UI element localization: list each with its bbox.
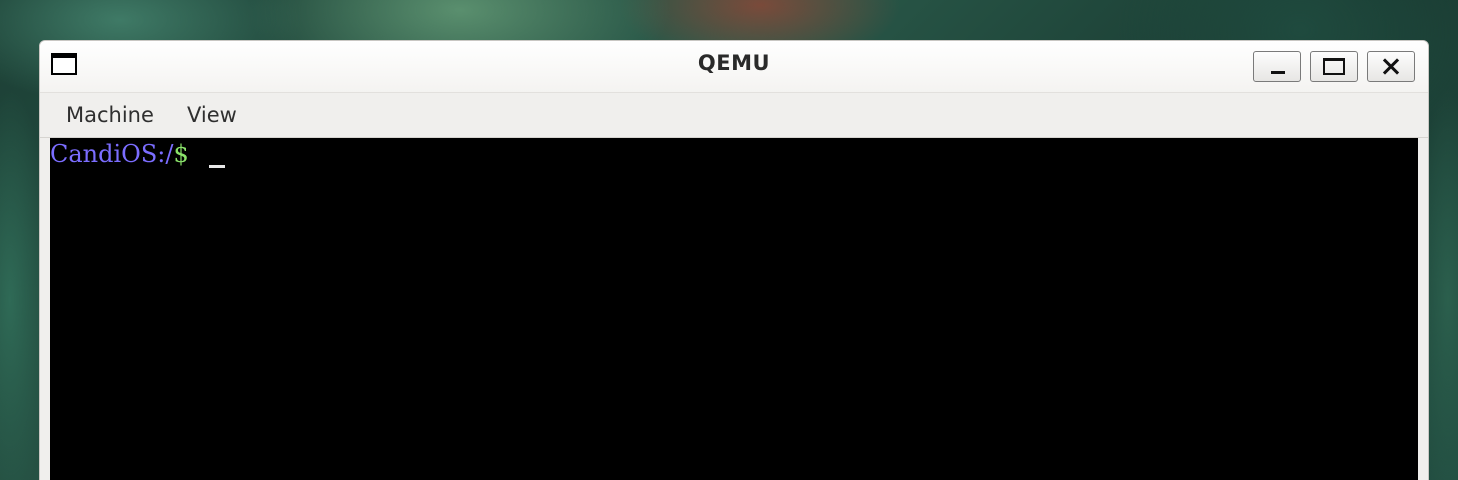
qemu-window: QEMU Machine View CandiOS:/$ <box>39 40 1429 480</box>
minimize-icon <box>1271 71 1285 74</box>
maximize-button[interactable] <box>1310 51 1358 82</box>
prompt-host: CandiOS:/ <box>50 140 174 168</box>
maximize-icon <box>1323 58 1345 75</box>
prompt-symbol: $ <box>173 140 189 168</box>
window-title: QEMU <box>697 51 771 75</box>
menu-view[interactable]: View <box>173 93 251 137</box>
close-icon <box>1368 52 1414 81</box>
shell-prompt: CandiOS:/$ <box>50 140 225 168</box>
text-cursor <box>208 165 225 168</box>
vm-display[interactable]: CandiOS:/$ <box>50 138 1418 480</box>
menu-bar: Machine View <box>40 92 1428 138</box>
desktop-background: QEMU Machine View CandiOS:/$ <box>0 0 1458 480</box>
minimize-button[interactable] <box>1253 51 1301 82</box>
menu-machine[interactable]: Machine <box>52 93 168 137</box>
title-bar[interactable]: QEMU <box>40 41 1428 92</box>
close-button[interactable] <box>1367 51 1415 82</box>
